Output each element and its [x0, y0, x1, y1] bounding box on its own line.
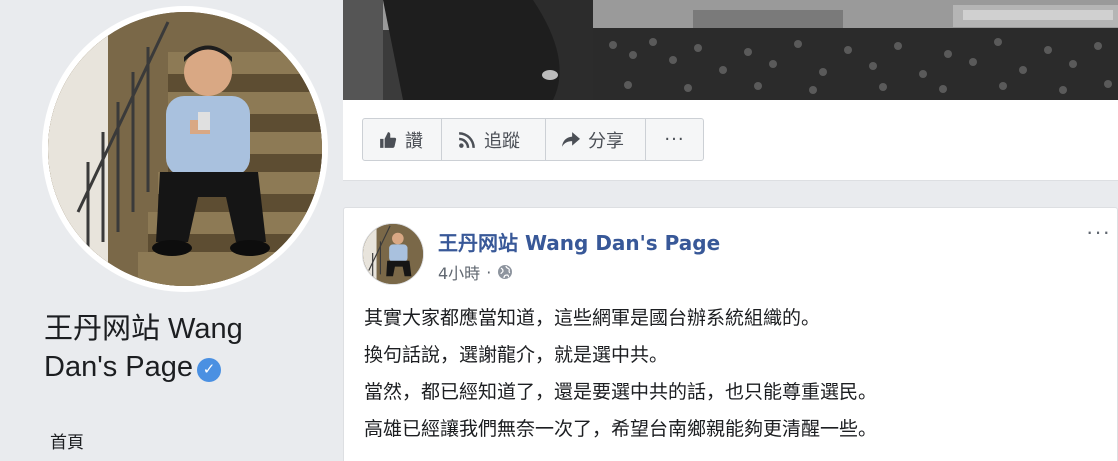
nav-item-home[interactable]: 首頁 — [50, 428, 84, 453]
globe-icon[interactable] — [497, 264, 513, 280]
verified-badge-icon: ✓ — [197, 358, 222, 382]
more-icon: ··· — [664, 129, 685, 150]
page-action-bar: 讚 追蹤 分享 ··· — [362, 118, 704, 161]
share-arrow-icon — [562, 131, 580, 147]
share-button[interactable]: 分享 — [545, 118, 646, 161]
post-line: 其實大家都應當知道，這些網軍是國台辦系統組織的。 — [364, 307, 821, 329]
follow-button[interactable]: 追蹤 — [441, 118, 546, 161]
page-title-line2: Dan's Page — [44, 351, 194, 383]
cover-card: 讚 追蹤 分享 ··· — [343, 0, 1118, 181]
post-line: 高雄已經讓我們無奈一次了，希望台南鄉親能夠更清醒一些。 — [364, 418, 878, 440]
post-options-button[interactable]: ··· — [1086, 221, 1111, 243]
like-label: 讚 — [405, 130, 423, 152]
meta-separator: · — [486, 262, 492, 282]
rss-icon — [459, 131, 475, 148]
like-button[interactable]: 讚 — [362, 118, 442, 161]
post-author-avatar[interactable] — [362, 223, 424, 285]
page-title-line1: 王丹网站 Wang — [44, 313, 243, 345]
thumbs-up-icon — [380, 131, 397, 148]
post-body: 其實大家都應當知道，這些網軍是國台辦系統組織的。 換句話說，選謝龍介，就是選中共… — [364, 300, 1104, 448]
profile-photo — [48, 12, 322, 286]
page-title: 王丹网站 Wang Dan's Page ✓ — [44, 310, 334, 386]
profile-picture[interactable] — [42, 6, 328, 292]
post-line: 換句話說，選謝龍介，就是選中共。 — [364, 344, 669, 366]
cover-photo — [343, 0, 1118, 100]
post-meta: 4小時 · — [438, 260, 513, 284]
post-author-link[interactable]: 王丹网站 Wang Dan's Page — [438, 227, 720, 256]
more-button[interactable]: ··· — [645, 118, 704, 161]
left-column: 王丹网站 Wang Dan's Page ✓ 首頁 — [0, 0, 330, 461]
post-card: 王丹网站 Wang Dan's Page 4小時 · ··· 其實大家都應當知道… — [343, 207, 1118, 461]
share-label: 分享 — [588, 130, 624, 152]
follow-label: 追蹤 — [484, 130, 520, 152]
post-timestamp[interactable]: 4小時 — [438, 260, 480, 284]
post-line: 當然，都已經知道了，還是要選中共的話，也只能尊重選民。 — [364, 381, 878, 403]
